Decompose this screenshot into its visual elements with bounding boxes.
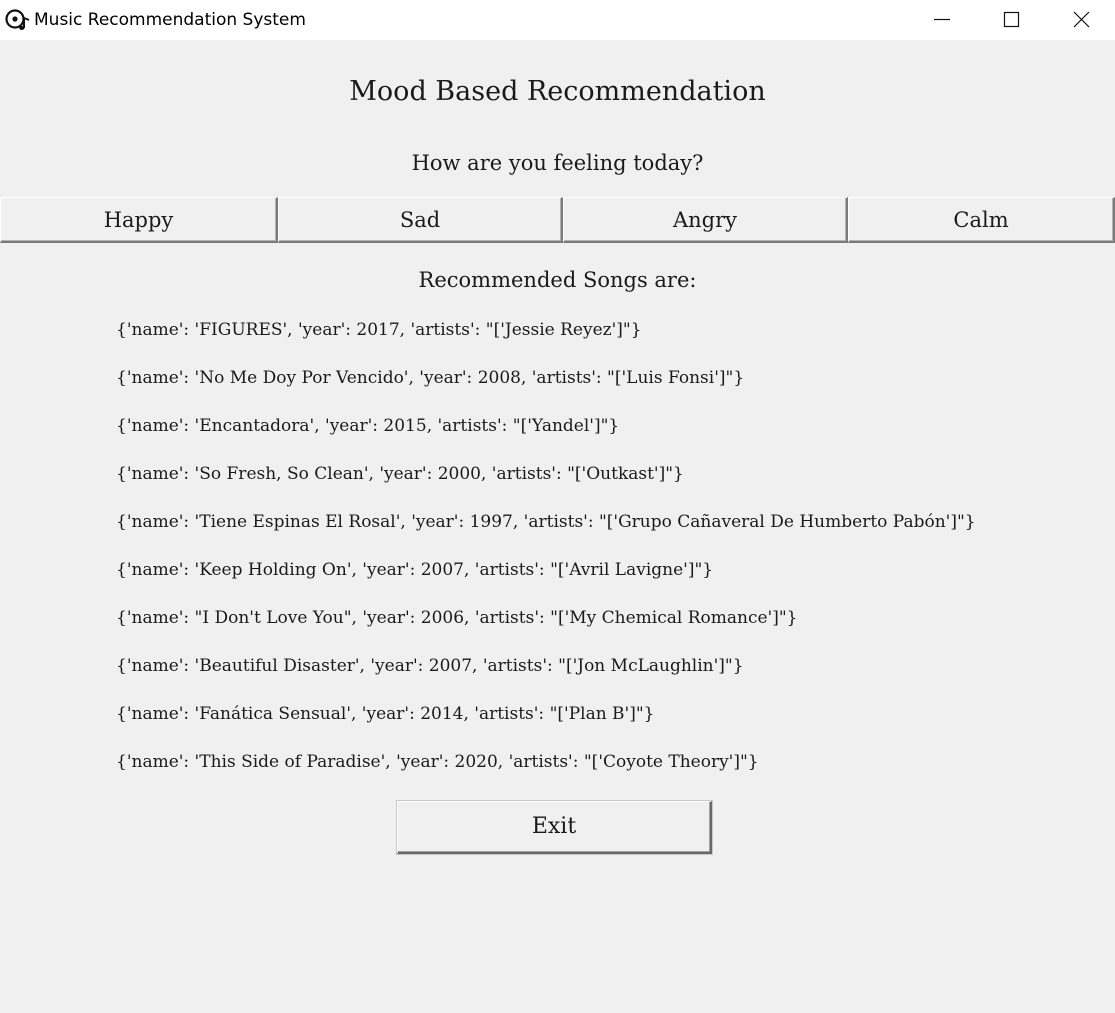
title-bar[interactable]: Music Recommendation System [0,0,1115,40]
mood-button-bar: Happy Sad Angry Calm [0,197,1115,243]
song-item: {'name': 'No Me Doy Por Vencido', 'year'… [116,368,745,388]
calm-button[interactable]: Calm [848,197,1115,243]
angry-button[interactable]: Angry [563,197,848,243]
song-item: {'name': 'Encantadora', 'year': 2015, 'a… [116,416,620,436]
song-item: {'name': "I Don't Love You", 'year': 200… [116,608,798,628]
exit-button[interactable]: Exit [397,801,712,854]
song-item: {'name': 'Tiene Espinas El Rosal', 'year… [116,512,976,532]
song-item: {'name': 'So Fresh, So Clean', 'year': 2… [116,464,684,484]
recommended-heading: Recommended Songs are: [418,268,697,292]
song-item: {'name': 'FIGURES', 'year': 2017, 'artis… [116,320,642,340]
close-button[interactable] [1047,0,1115,40]
minimize-button[interactable] [907,0,977,40]
music-disc-icon [5,9,30,30]
song-item: {'name': 'This Side of Paradise', 'year'… [116,752,759,772]
maximize-icon [1003,11,1020,28]
minimize-icon [934,18,950,21]
maximize-button[interactable] [977,0,1047,40]
song-item: {'name': 'Beautiful Disaster', 'year': 2… [116,656,744,676]
page-title: Mood Based Recommendation [349,76,766,107]
happy-button[interactable]: Happy [0,197,278,243]
song-item: {'name': 'Keep Holding On', 'year': 2007… [116,560,714,580]
song-item: {'name': 'Fanática Sensual', 'year': 201… [116,704,655,724]
close-icon [1073,11,1090,28]
window-title: Music Recommendation System [34,10,306,30]
mood-question: How are you feeling today? [411,151,704,175]
sad-button[interactable]: Sad [278,197,563,243]
